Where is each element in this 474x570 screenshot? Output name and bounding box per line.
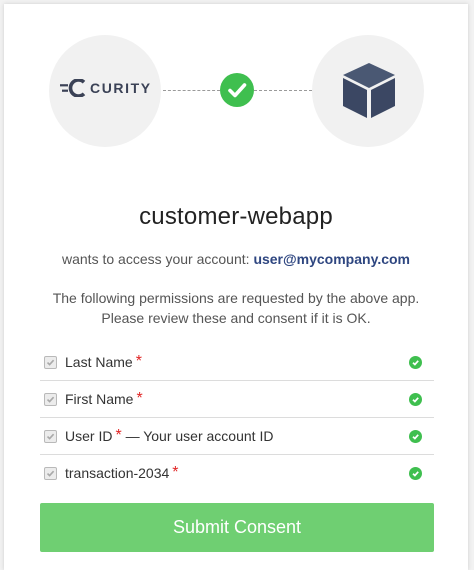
granted-check-icon — [409, 356, 422, 369]
permission-checkbox[interactable] — [44, 392, 57, 406]
permission-checkbox[interactable] — [44, 355, 57, 369]
permission-row-last-name: Last Name * — [40, 344, 434, 381]
success-check-icon — [220, 73, 254, 107]
permission-label: First Name — [65, 391, 134, 407]
permissions-intro-line-2: Please review these and consent if it is… — [101, 310, 371, 326]
connector-right — [254, 90, 312, 91]
permission-row-user-id: User ID * — Your user account ID — [40, 418, 434, 455]
curity-logo-circle: CURITY — [49, 35, 161, 147]
logo-row: CURITY — [4, 4, 468, 154]
consent-card: CURITY customer-webapp wants to access y… — [4, 4, 468, 570]
curity-logo: CURITY — [60, 79, 152, 97]
permission-label: User ID — [65, 428, 113, 444]
required-marker: * — [136, 390, 143, 407]
permission-checkbox[interactable] — [44, 466, 57, 480]
required-marker: * — [135, 353, 142, 370]
permission-row-transaction: transaction-2034 * — [40, 455, 434, 491]
permission-list: Last Name * First Name * User ID * — You… — [40, 344, 434, 491]
curity-wordmark: CURITY — [90, 80, 152, 96]
required-marker: * — [172, 464, 179, 481]
cube-icon — [343, 63, 395, 118]
granted-check-icon — [409, 430, 422, 443]
permission-row-first-name: First Name * — [40, 381, 434, 418]
permissions-intro-line-1: The following permissions are requested … — [52, 290, 420, 306]
app-name: customer-webapp — [139, 203, 333, 230]
connector-left — [163, 90, 220, 91]
permission-label: transaction-2034 — [65, 465, 170, 481]
access-prefix: wants to access your account: — [62, 251, 250, 267]
permission-checkbox[interactable] — [44, 429, 57, 443]
permission-label: Last Name — [65, 354, 133, 370]
access-user-email: user@mycompany.com — [253, 251, 410, 267]
granted-check-icon — [409, 393, 422, 406]
granted-check-icon — [409, 467, 422, 480]
submit-consent-button[interactable]: Submit Consent — [40, 503, 434, 552]
curity-mark-icon — [60, 79, 86, 97]
permissions-intro: The following permissions are requested … — [24, 288, 448, 328]
access-line: wants to access your account: user@mycom… — [4, 251, 468, 267]
permission-description: — Your user account ID — [121, 428, 274, 444]
